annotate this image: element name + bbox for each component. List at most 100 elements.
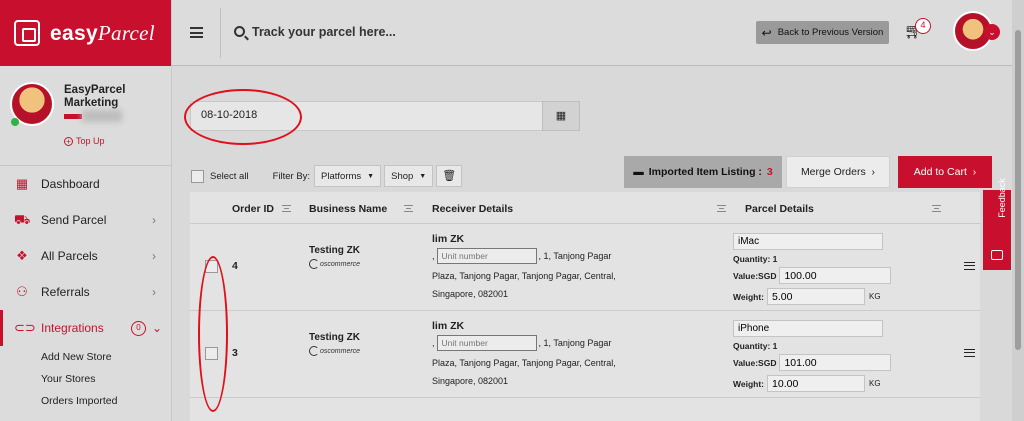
- arrow-left-icon: ↩: [761, 25, 772, 40]
- receiver-name: lim ZK: [432, 320, 465, 332]
- boxes-icon: ❖: [16, 248, 28, 263]
- sidebar-item-label: Send Parcel: [41, 213, 107, 227]
- date-input[interactable]: [201, 109, 401, 121]
- weight-unit: KG: [869, 379, 881, 388]
- caret-down-icon: ▼: [367, 172, 375, 180]
- sort-icon[interactable]: [717, 205, 726, 212]
- orders-table: Order ID Business Name Receiver Details …: [190, 192, 980, 421]
- quantity-text: Quantity: 1: [733, 341, 778, 351]
- header-receiver-details[interactable]: Receiver Details: [432, 203, 513, 215]
- unit-number-input[interactable]: [436, 335, 537, 351]
- scrollbar-thumb[interactable]: [1015, 30, 1021, 350]
- weight-input[interactable]: [767, 375, 866, 392]
- header-order-id[interactable]: Order ID: [232, 203, 274, 215]
- address-line-3: Singapore, 082001: [432, 289, 509, 299]
- shop-dropdown[interactable]: Shop ▼: [384, 165, 434, 187]
- weight-row: Weight: KG: [733, 375, 881, 392]
- platforms-dropdown[interactable]: Platforms ▼: [314, 165, 382, 187]
- chevron-right-icon: ›: [969, 166, 977, 178]
- balance-blurred: [82, 110, 122, 122]
- item-name-input[interactable]: [733, 320, 883, 337]
- calendar-icon: ▦: [555, 110, 567, 122]
- value-label: Value:SGD: [733, 357, 777, 368]
- track-parcel-input[interactable]: [252, 22, 552, 42]
- chevron-down-icon[interactable]: ⌄: [984, 24, 1000, 40]
- sidebar-item-referrals[interactable]: ⚇ Referrals ›: [0, 274, 172, 310]
- topup-label: Top Up: [76, 136, 105, 146]
- topup-link[interactable]: + Top Up: [64, 136, 105, 146]
- caret-down-icon: ▼: [419, 172, 427, 180]
- plus-icon: +: [64, 136, 73, 146]
- address-line-1: , , 1, Tanjong Pagar: [432, 335, 611, 351]
- subitem-orders-imported[interactable]: Orders Imported: [0, 390, 172, 412]
- unit-number-input[interactable]: [436, 248, 537, 264]
- weight-row: Weight: KG: [733, 288, 881, 305]
- chevron-right-icon: ›: [152, 213, 156, 227]
- sort-icon[interactable]: [404, 205, 413, 212]
- feedback-label: Feedback: [997, 178, 1007, 218]
- order-id: 4: [232, 260, 238, 272]
- main-content: ▦ Select all Filter By: Platforms ▼ Shop…: [172, 66, 1012, 421]
- imported-item-listing-button[interactable]: ▬ Imported Item Listing : 3: [624, 156, 782, 188]
- add-to-cart-label: Add to Cart: [913, 166, 967, 178]
- sidebar-item-send-parcel[interactable]: ⛟ Send Parcel ›: [0, 202, 172, 238]
- sidebar-item-dashboard[interactable]: ▦ Dashboard: [0, 166, 172, 202]
- platforms-dropdown-label: Platforms: [321, 170, 362, 182]
- merge-orders-label: Merge Orders: [800, 166, 866, 178]
- sidebar-item-all-parcels[interactable]: ❖ All Parcels ›: [0, 238, 172, 274]
- online-status-dot: [11, 118, 19, 126]
- search-icon: [234, 26, 245, 37]
- value-input[interactable]: [779, 354, 892, 371]
- address-line-1: , , 1, Tanjong Pagar: [432, 248, 611, 264]
- listing-label: Imported Item Listing :: [648, 166, 762, 178]
- weight-label: Weight:: [733, 378, 765, 389]
- profile-card: EasyParcel Marketing + Top Up: [0, 66, 171, 166]
- integrations-badge: 0: [131, 320, 146, 336]
- calendar-button[interactable]: ▦: [542, 101, 580, 131]
- back-to-previous-version-button[interactable]: ↩ Back to Previous Version: [756, 21, 889, 44]
- row-checkbox[interactable]: [205, 347, 218, 360]
- feedback-tab[interactable]: Feedback: [983, 178, 1011, 270]
- hamburger-menu-icon[interactable]: [190, 27, 203, 38]
- business-name: Testing ZK: [309, 332, 360, 343]
- value-label: Value:SGD: [733, 270, 777, 281]
- receiver-name: lim ZK: [432, 233, 465, 245]
- quantity-text: Quantity: 1: [733, 254, 778, 264]
- add-to-cart-button[interactable]: Add to Cart ›: [898, 156, 992, 188]
- item-name-input[interactable]: [733, 233, 883, 250]
- chevron-right-icon: ›: [152, 285, 156, 299]
- subitem-your-stores[interactable]: Your Stores: [0, 368, 172, 390]
- merge-orders-button[interactable]: Merge Orders ›: [786, 156, 890, 188]
- row-menu-icon[interactable]: [964, 262, 975, 270]
- filter-toolbar: Select all Filter By: Platforms ▼ Shop ▼…: [191, 164, 463, 188]
- truck-icon: ⛟: [14, 212, 31, 227]
- chevron-down-icon: ⌄: [151, 321, 162, 335]
- header-business-name[interactable]: Business Name: [309, 203, 387, 215]
- sort-icon[interactable]: [282, 205, 291, 212]
- sort-icon[interactable]: [932, 205, 941, 212]
- sidebar: easyParcel EasyParcel Marketing + Top Up…: [0, 0, 172, 421]
- shop-dropdown-label: Shop: [391, 170, 414, 182]
- chevron-right-icon: ›: [152, 249, 156, 263]
- header-parcel-details[interactable]: Parcel Details: [745, 203, 814, 215]
- weight-input[interactable]: [767, 288, 866, 305]
- row-checkbox[interactable]: [205, 260, 218, 273]
- subitem-add-new-store[interactable]: Add New Store: [0, 346, 172, 368]
- date-range-field[interactable]: [190, 101, 562, 131]
- select-all-checkbox[interactable]: [191, 169, 204, 183]
- value-input[interactable]: [779, 267, 892, 284]
- sidebar-item-integrations[interactable]: ⊂⊃ Integrations 0 ⌄: [0, 310, 172, 346]
- top-bar: ↩ Back to Previous Version 🛒︎ 4 ⌄: [172, 0, 1012, 66]
- divider: [220, 8, 221, 58]
- value-row: Value:SGD: [733, 267, 892, 284]
- trash-icon[interactable]: 🗑︎: [436, 165, 463, 187]
- oscommerce-logo: oscommerce: [309, 259, 360, 269]
- logo-text: easyParcel: [50, 20, 155, 45]
- listing-count: 3: [766, 166, 773, 178]
- sidebar-item-label: Referrals: [41, 285, 90, 299]
- weight-unit: KG: [869, 292, 881, 301]
- logo-bar[interactable]: easyParcel: [0, 0, 171, 66]
- balance-bar: [64, 114, 82, 119]
- row-menu-icon[interactable]: [964, 349, 975, 357]
- sidebar-item-label: All Parcels: [41, 249, 98, 263]
